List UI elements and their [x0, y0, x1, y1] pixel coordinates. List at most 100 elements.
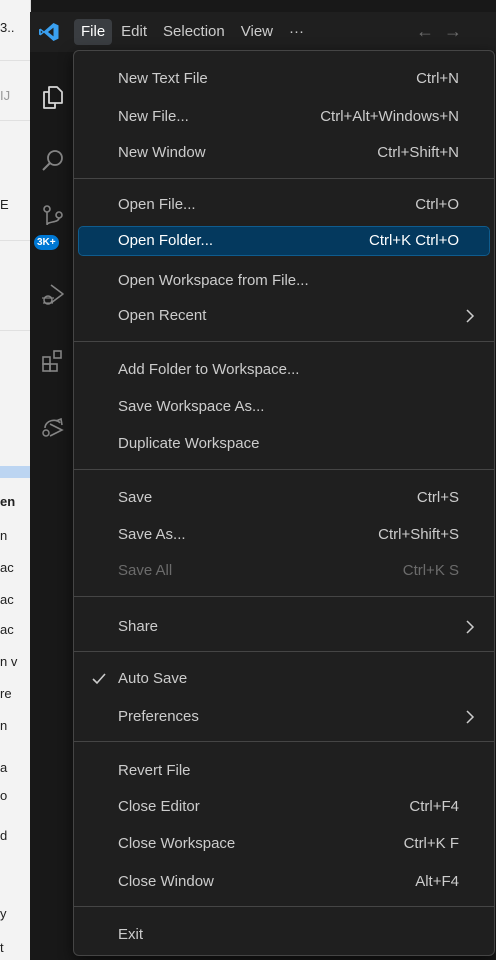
forward-arrow-icon[interactable]: → — [444, 21, 462, 41]
background-text: ac — [0, 592, 14, 607]
screen: 3.. IJ E en n ac ac ac n v re n a o d y … — [0, 0, 496, 960]
menu-item-label: New Text File — [118, 70, 208, 87]
menu-item-label: Save Workspace As... — [118, 398, 265, 415]
menu-bar: File Edit Selection View ··· — [74, 12, 313, 52]
background-text: en — [0, 494, 16, 509]
menu-item-shortcut: Ctrl+K S — [402, 562, 459, 579]
background-text: 3.. — [0, 20, 15, 35]
background-text: d — [0, 828, 8, 843]
menu-item-open-file[interactable]: Open File... Ctrl+O — [79, 192, 489, 218]
menu-item-shortcut: Alt+F4 — [415, 873, 459, 890]
menu-item-exit[interactable]: Exit — [79, 922, 489, 948]
menu-item-add-folder-to-workspace[interactable]: Add Folder to Workspace... — [79, 357, 489, 383]
background-text: y — [0, 906, 7, 921]
background-window: 3.. IJ E en n ac ac ac n v re n a o d y … — [0, 0, 31, 960]
menu-edit[interactable]: Edit — [114, 19, 154, 45]
menu-item-shortcut: Ctrl+O — [415, 196, 459, 213]
menu-item-label: Save — [118, 489, 153, 506]
background-text: n — [0, 718, 8, 733]
menu-item-shortcut: Ctrl+Shift+S — [378, 526, 459, 543]
menu-item-new-text-file[interactable]: New Text File Ctrl+N — [79, 66, 489, 92]
source-control-icon[interactable] — [40, 204, 66, 230]
menu-item-duplicate-workspace[interactable]: Duplicate Workspace — [79, 431, 489, 457]
search-icon[interactable] — [40, 148, 66, 174]
menu-item-shortcut: Ctrl+N — [416, 70, 459, 87]
menu-item-label: Close Editor — [118, 798, 200, 815]
menu-item-label: Revert File — [118, 762, 191, 779]
menu-item-save[interactable]: Save Ctrl+S — [79, 485, 489, 511]
chevron-right-icon — [466, 309, 475, 323]
menu-item-label: Close Window — [118, 873, 214, 890]
background-text: t — [0, 940, 4, 955]
activity-bar: 3K+ — [30, 52, 74, 960]
menu-separator — [74, 651, 494, 652]
menu-item-new-window[interactable]: New Window Ctrl+Shift+N — [79, 140, 489, 166]
menu-item-open-workspace-from-file[interactable]: Open Workspace from File... — [79, 268, 489, 294]
chevron-right-icon — [466, 620, 475, 634]
file-menu-dropdown: New Text File Ctrl+N New File... Ctrl+Al… — [73, 50, 495, 956]
title-bar: File Edit Selection View ··· ← → — [30, 12, 496, 52]
menu-item-shortcut: Ctrl+F4 — [409, 798, 459, 815]
menu-item-label: Save All — [118, 562, 173, 579]
menu-item-label: Preferences — [118, 708, 199, 725]
menu-item-label: Save As... — [118, 526, 186, 543]
menu-item-save-as[interactable]: Save As... Ctrl+Shift+S — [79, 522, 489, 548]
menu-item-close-window[interactable]: Close Window Alt+F4 — [79, 869, 489, 895]
background-text: o — [0, 788, 8, 803]
menu-item-preferences[interactable]: Preferences — [79, 704, 489, 730]
menu-item-label: Auto Save — [118, 670, 188, 687]
background-text: n — [0, 528, 8, 543]
background-text: IJ — [0, 88, 11, 103]
background-text: a — [0, 760, 8, 775]
remote-explorer-icon[interactable] — [40, 414, 66, 440]
background-text: ac — [0, 560, 14, 575]
menu-item-shortcut: Ctrl+Alt+Windows+N — [320, 108, 459, 125]
extensions-icon[interactable] — [40, 348, 66, 374]
menu-item-label: New Window — [118, 144, 206, 161]
menu-item-close-workspace[interactable]: Close Workspace Ctrl+K F — [79, 831, 489, 857]
checkmark-icon — [92, 673, 106, 685]
background-text: ac — [0, 622, 14, 637]
run-debug-icon[interactable] — [40, 282, 66, 308]
menu-item-label: Close Workspace — [118, 835, 236, 852]
menu-item-label: Add Folder to Workspace... — [118, 361, 300, 378]
menu-item-revert-file[interactable]: Revert File — [79, 758, 489, 784]
background-selection — [0, 466, 30, 478]
menu-item-label: Exit — [118, 926, 144, 943]
menu-selection[interactable]: Selection — [156, 19, 232, 45]
menu-item-shortcut: Ctrl+K F — [403, 835, 459, 852]
menu-item-shortcut: Ctrl+Shift+N — [377, 144, 459, 161]
menu-item-open-recent[interactable]: Open Recent — [79, 303, 489, 329]
menu-item-close-editor[interactable]: Close Editor Ctrl+F4 — [79, 794, 489, 820]
menu-separator — [74, 906, 494, 907]
menu-file[interactable]: File — [74, 19, 113, 45]
menu-item-label: Open Workspace from File... — [118, 272, 309, 289]
back-arrow-icon[interactable]: ← — [416, 21, 434, 41]
menu-item-label: Open File... — [118, 196, 196, 213]
menu-view[interactable]: View — [234, 19, 280, 45]
menu-item-new-file[interactable]: New File... Ctrl+Alt+Windows+N — [79, 104, 489, 130]
explorer-icon[interactable] — [40, 84, 66, 110]
divider — [0, 60, 30, 61]
menu-item-auto-save[interactable]: Auto Save — [79, 666, 489, 692]
more-menus-button[interactable]: ··· — [282, 19, 311, 45]
menu-item-save-workspace-as[interactable]: Save Workspace As... — [79, 394, 489, 420]
divider — [0, 120, 30, 121]
divider — [0, 330, 30, 331]
menu-item-open-folder[interactable]: Open Folder... Ctrl+K Ctrl+O — [78, 226, 490, 256]
menu-separator — [74, 341, 494, 342]
menu-item-label: New File... — [118, 108, 189, 125]
chevron-right-icon — [466, 710, 475, 724]
divider — [0, 240, 30, 241]
menu-item-share[interactable]: Share — [79, 614, 489, 640]
menu-item-shortcut: Ctrl+S — [416, 489, 459, 506]
menu-separator — [74, 596, 494, 597]
menu-separator — [74, 469, 494, 470]
menu-item-shortcut: Ctrl+K Ctrl+O — [368, 232, 459, 249]
vscode-logo-icon[interactable] — [38, 22, 60, 42]
menu-separator — [74, 178, 494, 179]
menu-item-label: Share — [118, 618, 159, 635]
menu-item-label: Duplicate Workspace — [118, 435, 260, 452]
source-control-badge: 3K+ — [34, 235, 59, 250]
menu-item-label: Open Recent — [118, 307, 207, 324]
